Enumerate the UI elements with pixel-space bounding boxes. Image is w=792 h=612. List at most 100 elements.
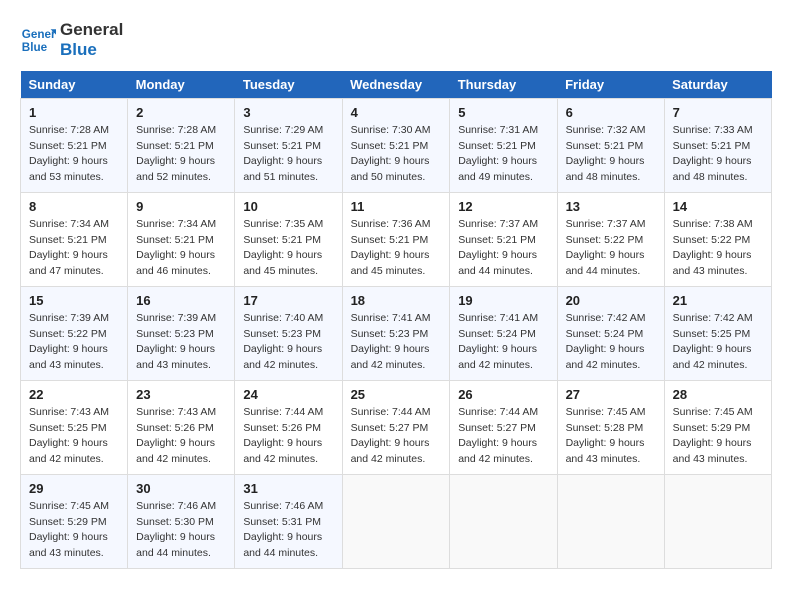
day-number: 24 xyxy=(243,387,333,402)
day-number: 6 xyxy=(566,105,656,120)
calendar-day-cell: 21 Sunrise: 7:42 AM Sunset: 5:25 PM Dayl… xyxy=(664,286,771,380)
day-number: 29 xyxy=(29,481,119,496)
day-number: 11 xyxy=(351,199,442,214)
day-info: Sunrise: 7:30 AM Sunset: 5:21 PM Dayligh… xyxy=(351,123,442,186)
calendar-day-cell: 15 Sunrise: 7:39 AM Sunset: 5:22 PM Dayl… xyxy=(21,286,128,380)
day-number: 1 xyxy=(29,105,119,120)
calendar-day-cell: 3 Sunrise: 7:29 AM Sunset: 5:21 PM Dayli… xyxy=(235,98,342,192)
day-info: Sunrise: 7:38 AM Sunset: 5:22 PM Dayligh… xyxy=(673,217,763,280)
day-info: Sunrise: 7:44 AM Sunset: 5:27 PM Dayligh… xyxy=(458,405,548,468)
day-info: Sunrise: 7:29 AM Sunset: 5:21 PM Dayligh… xyxy=(243,123,333,186)
day-number: 23 xyxy=(136,387,226,402)
day-info: Sunrise: 7:44 AM Sunset: 5:26 PM Dayligh… xyxy=(243,405,333,468)
calendar-week-row: 1 Sunrise: 7:28 AM Sunset: 5:21 PM Dayli… xyxy=(21,98,772,192)
day-number: 9 xyxy=(136,199,226,214)
calendar-day-cell: 10 Sunrise: 7:35 AM Sunset: 5:21 PM Dayl… xyxy=(235,192,342,286)
calendar-week-row: 15 Sunrise: 7:39 AM Sunset: 5:22 PM Dayl… xyxy=(21,286,772,380)
calendar-day-cell: 11 Sunrise: 7:36 AM Sunset: 5:21 PM Dayl… xyxy=(342,192,450,286)
calendar-day-cell: 18 Sunrise: 7:41 AM Sunset: 5:23 PM Dayl… xyxy=(342,286,450,380)
day-info: Sunrise: 7:32 AM Sunset: 5:21 PM Dayligh… xyxy=(566,123,656,186)
calendar-week-row: 8 Sunrise: 7:34 AM Sunset: 5:21 PM Dayli… xyxy=(21,192,772,286)
day-info: Sunrise: 7:44 AM Sunset: 5:27 PM Dayligh… xyxy=(351,405,442,468)
day-info: Sunrise: 7:37 AM Sunset: 5:21 PM Dayligh… xyxy=(458,217,548,280)
day-info: Sunrise: 7:39 AM Sunset: 5:22 PM Dayligh… xyxy=(29,311,119,374)
calendar-day-cell: 6 Sunrise: 7:32 AM Sunset: 5:21 PM Dayli… xyxy=(557,98,664,192)
day-info: Sunrise: 7:45 AM Sunset: 5:29 PM Dayligh… xyxy=(673,405,763,468)
day-info: Sunrise: 7:43 AM Sunset: 5:25 PM Dayligh… xyxy=(29,405,119,468)
calendar-header: SundayMondayTuesdayWednesdayThursdayFrid… xyxy=(21,71,772,99)
calendar-day-cell: 1 Sunrise: 7:28 AM Sunset: 5:21 PM Dayli… xyxy=(21,98,128,192)
calendar-day-cell xyxy=(450,474,557,568)
calendar-day-cell: 30 Sunrise: 7:46 AM Sunset: 5:30 PM Dayl… xyxy=(128,474,235,568)
day-info: Sunrise: 7:35 AM Sunset: 5:21 PM Dayligh… xyxy=(243,217,333,280)
calendar-day-cell: 5 Sunrise: 7:31 AM Sunset: 5:21 PM Dayli… xyxy=(450,98,557,192)
weekday-header: Thursday xyxy=(450,71,557,99)
day-number: 31 xyxy=(243,481,333,496)
calendar-day-cell: 26 Sunrise: 7:44 AM Sunset: 5:27 PM Dayl… xyxy=(450,380,557,474)
day-number: 16 xyxy=(136,293,226,308)
day-number: 20 xyxy=(566,293,656,308)
day-number: 12 xyxy=(458,199,548,214)
calendar-day-cell: 13 Sunrise: 7:37 AM Sunset: 5:22 PM Dayl… xyxy=(557,192,664,286)
day-info: Sunrise: 7:40 AM Sunset: 5:23 PM Dayligh… xyxy=(243,311,333,374)
calendar-day-cell: 22 Sunrise: 7:43 AM Sunset: 5:25 PM Dayl… xyxy=(21,380,128,474)
day-number: 5 xyxy=(458,105,548,120)
weekday-header: Saturday xyxy=(664,71,771,99)
calendar-day-cell xyxy=(664,474,771,568)
day-number: 2 xyxy=(136,105,226,120)
calendar-day-cell: 28 Sunrise: 7:45 AM Sunset: 5:29 PM Dayl… xyxy=(664,380,771,474)
day-info: Sunrise: 7:42 AM Sunset: 5:25 PM Dayligh… xyxy=(673,311,763,374)
day-number: 26 xyxy=(458,387,548,402)
calendar-day-cell: 31 Sunrise: 7:46 AM Sunset: 5:31 PM Dayl… xyxy=(235,474,342,568)
calendar-day-cell: 24 Sunrise: 7:44 AM Sunset: 5:26 PM Dayl… xyxy=(235,380,342,474)
day-info: Sunrise: 7:45 AM Sunset: 5:28 PM Dayligh… xyxy=(566,405,656,468)
day-number: 21 xyxy=(673,293,763,308)
day-info: Sunrise: 7:42 AM Sunset: 5:24 PM Dayligh… xyxy=(566,311,656,374)
logo-icon: General Blue xyxy=(20,22,56,58)
day-info: Sunrise: 7:45 AM Sunset: 5:29 PM Dayligh… xyxy=(29,499,119,562)
calendar-day-cell: 14 Sunrise: 7:38 AM Sunset: 5:22 PM Dayl… xyxy=(664,192,771,286)
calendar-day-cell: 7 Sunrise: 7:33 AM Sunset: 5:21 PM Dayli… xyxy=(664,98,771,192)
calendar-day-cell: 25 Sunrise: 7:44 AM Sunset: 5:27 PM Dayl… xyxy=(342,380,450,474)
day-number: 27 xyxy=(566,387,656,402)
calendar-day-cell xyxy=(342,474,450,568)
calendar-day-cell: 16 Sunrise: 7:39 AM Sunset: 5:23 PM Dayl… xyxy=(128,286,235,380)
day-number: 13 xyxy=(566,199,656,214)
calendar-table: SundayMondayTuesdayWednesdayThursdayFrid… xyxy=(20,71,772,569)
day-number: 28 xyxy=(673,387,763,402)
day-number: 22 xyxy=(29,387,119,402)
day-info: Sunrise: 7:46 AM Sunset: 5:31 PM Dayligh… xyxy=(243,499,333,562)
weekday-header: Sunday xyxy=(21,71,128,99)
day-info: Sunrise: 7:34 AM Sunset: 5:21 PM Dayligh… xyxy=(29,217,119,280)
logo: General Blue General Blue xyxy=(20,20,123,61)
day-info: Sunrise: 7:43 AM Sunset: 5:26 PM Dayligh… xyxy=(136,405,226,468)
day-info: Sunrise: 7:34 AM Sunset: 5:21 PM Dayligh… xyxy=(136,217,226,280)
calendar-day-cell: 29 Sunrise: 7:45 AM Sunset: 5:29 PM Dayl… xyxy=(21,474,128,568)
day-info: Sunrise: 7:37 AM Sunset: 5:22 PM Dayligh… xyxy=(566,217,656,280)
calendar-day-cell: 19 Sunrise: 7:41 AM Sunset: 5:24 PM Dayl… xyxy=(450,286,557,380)
page-header: General Blue General Blue xyxy=(20,20,772,61)
day-number: 19 xyxy=(458,293,548,308)
day-number: 14 xyxy=(673,199,763,214)
calendar-day-cell: 23 Sunrise: 7:43 AM Sunset: 5:26 PM Dayl… xyxy=(128,380,235,474)
weekday-header: Friday xyxy=(557,71,664,99)
day-number: 25 xyxy=(351,387,442,402)
calendar-day-cell: 12 Sunrise: 7:37 AM Sunset: 5:21 PM Dayl… xyxy=(450,192,557,286)
calendar-week-row: 22 Sunrise: 7:43 AM Sunset: 5:25 PM Dayl… xyxy=(21,380,772,474)
svg-text:General: General xyxy=(22,29,56,42)
calendar-day-cell: 17 Sunrise: 7:40 AM Sunset: 5:23 PM Dayl… xyxy=(235,286,342,380)
day-info: Sunrise: 7:36 AM Sunset: 5:21 PM Dayligh… xyxy=(351,217,442,280)
calendar-day-cell xyxy=(557,474,664,568)
day-info: Sunrise: 7:39 AM Sunset: 5:23 PM Dayligh… xyxy=(136,311,226,374)
calendar-day-cell: 2 Sunrise: 7:28 AM Sunset: 5:21 PM Dayli… xyxy=(128,98,235,192)
calendar-day-cell: 8 Sunrise: 7:34 AM Sunset: 5:21 PM Dayli… xyxy=(21,192,128,286)
day-number: 15 xyxy=(29,293,119,308)
weekday-header: Wednesday xyxy=(342,71,450,99)
day-info: Sunrise: 7:33 AM Sunset: 5:21 PM Dayligh… xyxy=(673,123,763,186)
day-number: 30 xyxy=(136,481,226,496)
day-number: 8 xyxy=(29,199,119,214)
calendar-day-cell: 4 Sunrise: 7:30 AM Sunset: 5:21 PM Dayli… xyxy=(342,98,450,192)
weekday-header: Monday xyxy=(128,71,235,99)
calendar-day-cell: 9 Sunrise: 7:34 AM Sunset: 5:21 PM Dayli… xyxy=(128,192,235,286)
day-info: Sunrise: 7:28 AM Sunset: 5:21 PM Dayligh… xyxy=(136,123,226,186)
